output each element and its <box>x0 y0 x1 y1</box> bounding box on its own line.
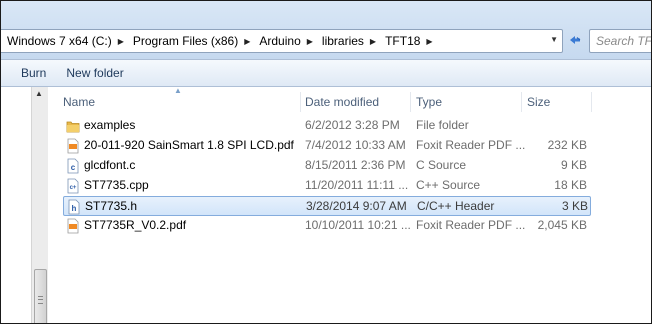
file-size: 3 KB <box>561 199 588 213</box>
new-folder-button[interactable]: New folder <box>56 61 133 85</box>
address-bar[interactable]: Windows 7 x64 (C:) ▶ Program Files (x86) ▶… <box>1 29 563 53</box>
file-type: Foxit Reader PDF ... <box>416 138 526 152</box>
file-date-modified: 3/28/2014 9:07 AM <box>306 199 407 213</box>
pdf-file-icon <box>67 138 79 154</box>
file-date-modified: 8/15/2011 2:36 PM <box>305 158 406 172</box>
column-header-size[interactable]: Size <box>521 90 591 114</box>
refresh-button[interactable] <box>565 29 585 51</box>
file-type: C Source <box>416 158 467 172</box>
burn-button[interactable]: Burn <box>11 61 56 85</box>
file-row[interactable]: ST7735R_V0.2.pdf 10/10/2011 10:21 ... Fo… <box>63 216 591 236</box>
pdf-file-icon <box>67 218 79 234</box>
file-name: examples <box>84 118 136 132</box>
chevron-right-icon[interactable]: ▶ <box>305 37 315 46</box>
breadcrumb-tft18[interactable]: TFT18 ▶ <box>378 34 435 48</box>
file-name: glcdfont.c <box>84 158 136 172</box>
breadcrumb-label: libraries <box>321 34 364 48</box>
breadcrumb-label: TFT18 <box>385 34 421 48</box>
file-name: ST7735R_V0.2.pdf <box>84 218 187 232</box>
file-size <box>525 116 587 136</box>
search-input[interactable]: Search TFT18 <box>589 29 651 53</box>
scroll-up-arrow-icon[interactable]: ▲ <box>35 89 43 98</box>
column-header-name[interactable]: Name <box>57 90 301 114</box>
header-file-icon: h <box>68 199 80 215</box>
file-list: ▲ Name Date modified Type Size examples … <box>51 86 651 323</box>
chevron-right-icon[interactable]: ▶ <box>368 37 378 46</box>
file-row[interactable]: c+ ST7735.cpp 11/20/2011 11:11 ... C++ S… <box>63 176 591 196</box>
folder-icon <box>66 121 80 133</box>
svg-text:c: c <box>71 163 76 172</box>
file-type: C/C++ Header <box>417 199 495 213</box>
file-row[interactable]: 20-011-920 SainSmart 1.8 SPI LCD.pdf 7/4… <box>63 136 591 156</box>
file-name: ST7735.h <box>85 199 138 213</box>
file-name: ST7735.cpp <box>84 178 149 192</box>
column-header-date-modified[interactable]: Date modified <box>299 90 411 114</box>
file-size: 232 KB <box>547 138 587 152</box>
navigation-pane-scrollbar[interactable]: ▲ <box>31 87 48 323</box>
command-bar: Burn New folder <box>1 59 651 87</box>
breadcrumb-label: Windows 7 x64 (C:) <box>7 34 112 48</box>
scrollbar-thumb[interactable] <box>34 269 47 323</box>
svg-text:c+: c+ <box>70 185 77 191</box>
file-size: 2,045 KB <box>537 218 587 232</box>
breadcrumb-arduino[interactable]: Arduino ▶ <box>252 34 315 48</box>
breadcrumb-label: Program Files (x86) <box>132 34 239 48</box>
file-type: Foxit Reader PDF ... <box>416 218 526 232</box>
breadcrumb-program-files[interactable]: Program Files (x86) ▶ <box>126 34 253 48</box>
file-date-modified: 10/10/2011 10:21 ... <box>305 218 411 232</box>
navigation-bar: Windows 7 x64 (C:) ▶ Program Files (x86) ▶… <box>1 1 651 59</box>
chevron-right-icon[interactable]: ▶ <box>242 37 252 46</box>
explorer-window: Windows 7 x64 (C:) ▶ Program Files (x86) ▶… <box>0 0 652 324</box>
file-row[interactable]: c glcdfont.c 8/15/2011 2:36 PM C Source … <box>63 156 591 176</box>
breadcrumb-drive[interactable]: Windows 7 x64 (C:) ▶ <box>1 34 126 48</box>
file-date-modified: 6/2/2012 3:28 PM <box>305 118 400 132</box>
svg-text:h: h <box>72 204 77 213</box>
column-headers: Name Date modified Type Size <box>51 90 651 114</box>
file-size: 9 KB <box>560 158 587 172</box>
column-divider[interactable] <box>591 92 592 112</box>
column-header-type[interactable]: Type <box>410 90 522 114</box>
file-type: C++ Source <box>416 178 481 192</box>
file-name: 20-011-920 SainSmart 1.8 SPI LCD.pdf <box>84 138 294 152</box>
chevron-right-icon[interactable]: ▶ <box>116 37 126 46</box>
c-source-file-icon: c <box>67 158 79 174</box>
refresh-icon <box>570 36 581 44</box>
file-row-selected[interactable]: h ST7735.h 3/28/2014 9:07 AM C/C++ Heade… <box>63 196 591 216</box>
grip-icon <box>38 296 43 304</box>
file-row[interactable]: examples 6/2/2012 3:28 PM File folder <box>63 116 591 136</box>
address-history-dropdown-icon[interactable]: ▼ <box>550 35 558 44</box>
file-size: 18 KB <box>554 178 587 192</box>
file-date-modified: 11/20/2011 11:11 ... <box>305 178 409 192</box>
cpp-source-file-icon: c+ <box>67 178 79 194</box>
breadcrumb-libraries[interactable]: libraries ▶ <box>315 34 378 48</box>
navigation-pane <box>1 87 31 323</box>
chevron-right-icon[interactable]: ▶ <box>424 37 434 46</box>
breadcrumb-label: Arduino <box>259 34 301 48</box>
file-date-modified: 7/4/2012 10:33 AM <box>305 138 406 152</box>
file-type: File folder <box>416 118 469 132</box>
